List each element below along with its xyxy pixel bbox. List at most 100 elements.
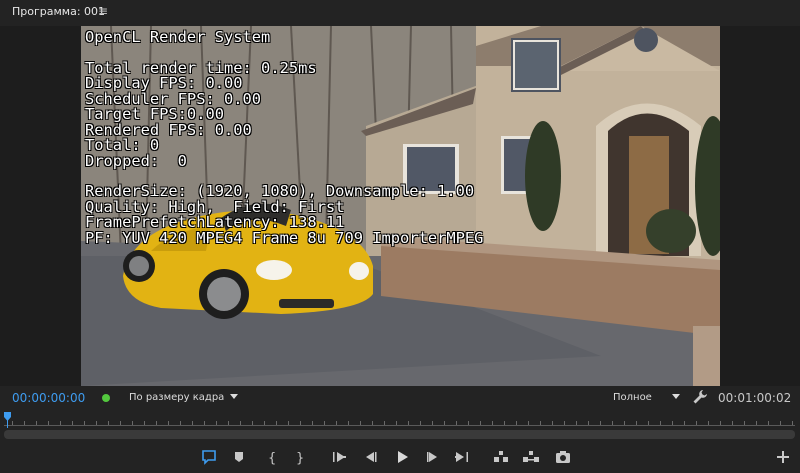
ruler-tick xyxy=(192,421,193,425)
ruler-tick xyxy=(684,421,685,425)
ruler-tick xyxy=(516,421,517,425)
ruler-tick xyxy=(696,421,697,425)
ruler-tick xyxy=(708,421,709,425)
ruler-tick xyxy=(504,421,505,425)
play-icon[interactable] xyxy=(393,448,411,466)
ruler-tick xyxy=(48,421,49,425)
ruler-tick xyxy=(588,421,589,425)
zoom-level-select[interactable]: По размеру кадра xyxy=(124,389,242,407)
ruler-tick xyxy=(336,421,337,425)
program-monitor-viewer[interactable]: OpenCL Render System Total render time: 0… xyxy=(0,26,800,386)
ruler-tick xyxy=(408,421,409,425)
ruler-tick xyxy=(396,421,397,425)
ruler-tick xyxy=(348,421,349,425)
current-timecode[interactable]: 00:00:00:00 xyxy=(12,391,85,405)
ruler-tick xyxy=(600,421,601,425)
ruler-tick xyxy=(96,421,97,425)
ruler-tick xyxy=(780,421,781,425)
settings-wrench-icon[interactable] xyxy=(692,389,708,405)
ruler-tick xyxy=(672,421,673,425)
ruler-tick xyxy=(552,421,553,425)
ruler-tick xyxy=(300,421,301,425)
ruler-tick xyxy=(72,421,73,425)
ruler-tick xyxy=(24,421,25,425)
ruler-tick xyxy=(168,421,169,425)
ruler-tick xyxy=(36,421,37,425)
ruler-tick xyxy=(84,421,85,425)
ruler-tick xyxy=(240,421,241,425)
ruler-tick xyxy=(228,421,229,425)
zoom-scrollbar[interactable] xyxy=(4,430,795,439)
chevron-down-icon xyxy=(672,394,680,399)
svg-text:{: { xyxy=(268,451,276,466)
extract-icon[interactable] xyxy=(522,448,540,466)
ruler-tick xyxy=(372,421,373,425)
ruler-tick xyxy=(420,421,421,425)
ruler-tick xyxy=(276,421,277,425)
ruler-tick xyxy=(492,421,493,425)
ruler-tick xyxy=(132,421,133,425)
ruler-tick xyxy=(612,421,613,425)
ruler-tick xyxy=(360,421,361,425)
svg-text:}: } xyxy=(296,451,304,466)
step-forward-icon[interactable] xyxy=(423,448,441,466)
ruler-tick xyxy=(156,421,157,425)
ruler-tick xyxy=(288,421,289,425)
ruler-tick xyxy=(324,421,325,425)
ruler-tick xyxy=(144,421,145,425)
export-frame-icon[interactable] xyxy=(554,448,572,466)
ruler-tick xyxy=(624,421,625,425)
ruler-tick xyxy=(264,421,265,425)
ruler-tick xyxy=(732,421,733,425)
panel-title[interactable]: Программа: 001 xyxy=(12,5,105,18)
ruler-tick xyxy=(636,421,637,425)
ruler-tick xyxy=(456,421,457,425)
ruler-tick xyxy=(660,421,661,425)
add-button-icon[interactable] xyxy=(774,448,792,466)
add-marker-icon[interactable] xyxy=(200,448,218,466)
ruler-tick xyxy=(576,421,577,425)
go-to-out-icon[interactable] xyxy=(453,448,471,466)
step-back-icon[interactable] xyxy=(362,448,380,466)
mark-in-icon-marker[interactable] xyxy=(230,448,248,466)
ruler-tick xyxy=(180,421,181,425)
time-ruler[interactable] xyxy=(4,412,795,428)
zoom-level-value: По размеру кадра xyxy=(129,392,225,403)
ruler-tick xyxy=(540,421,541,425)
ruler-tick xyxy=(312,421,313,425)
ruler-baseline xyxy=(4,425,795,426)
ruler-tick xyxy=(768,421,769,425)
overlay-info-line: PF: YUV 420 MPEG4 Frame 8u 709 ImporterM… xyxy=(85,228,484,247)
ruler-tick xyxy=(120,421,121,425)
ruler-tick xyxy=(204,421,205,425)
lift-icon[interactable] xyxy=(492,448,510,466)
status-indicator-icon xyxy=(102,394,110,402)
ruler-tick xyxy=(432,421,433,425)
ruler-tick xyxy=(468,421,469,425)
ruler-tick xyxy=(108,421,109,425)
ruler-tick xyxy=(528,421,529,425)
ruler-tick xyxy=(252,421,253,425)
hamburger-menu-icon[interactable]: ≡ xyxy=(98,4,108,18)
video-frame: OpenCL Render System Total render time: 0… xyxy=(81,26,720,386)
playback-resolution-select[interactable]: Полное xyxy=(608,389,684,407)
ruler-tick xyxy=(480,421,481,425)
duration-timecode: 00:01:00:02 xyxy=(718,391,792,405)
transport-controls: 00:00:00:00 По размеру кадра Полное 00:0… xyxy=(0,386,800,473)
ruler-tick xyxy=(756,421,757,425)
mark-in-icon[interactable]: { xyxy=(262,448,280,466)
ruler-tick xyxy=(564,421,565,425)
ruler-tick xyxy=(12,421,13,425)
mark-out-icon[interactable]: } xyxy=(290,448,308,466)
ruler-tick xyxy=(384,421,385,425)
chevron-down-icon xyxy=(230,394,238,399)
ruler-tick xyxy=(744,421,745,425)
overlay-stat-line: Dropped: 0 xyxy=(85,151,187,170)
transport-toolbar: { } xyxy=(0,446,800,470)
overlay-header: OpenCL Render System xyxy=(85,28,271,46)
scrollbar-thumb[interactable] xyxy=(4,430,795,439)
playback-resolution-value: Полное xyxy=(613,392,652,403)
ruler-tick xyxy=(216,421,217,425)
playhead-handle[interactable] xyxy=(4,412,11,428)
go-to-in-icon[interactable] xyxy=(330,448,348,466)
